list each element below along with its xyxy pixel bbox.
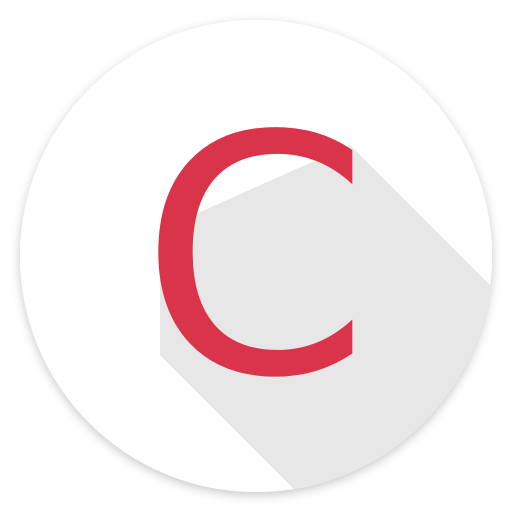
- c-letter-icon: C: [140, 66, 370, 450]
- app-icon: C: [0, 0, 512, 512]
- app-icon-graphic: C: [20, 20, 492, 492]
